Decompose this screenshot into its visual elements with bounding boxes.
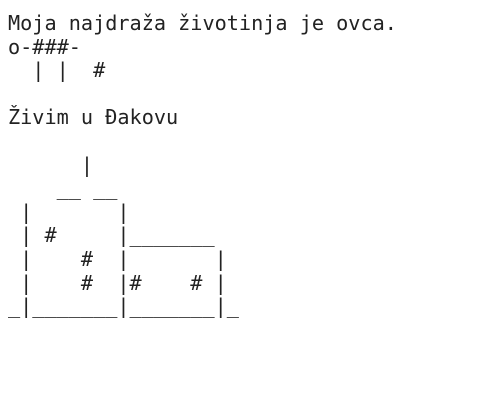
ascii-house-line: |	[8, 152, 94, 177]
ascii-house-line: | |	[8, 199, 130, 224]
ascii-house-line: | # |_______	[8, 223, 215, 248]
ascii-house-line: | # |# # |	[8, 270, 227, 295]
ascii-house-line: __ __	[8, 176, 118, 201]
text-line-sentence: Moja najdraža životinja je ovca.	[8, 11, 397, 35]
text-line-location: Živim u Đakovu	[8, 105, 179, 130]
ascii-sheep-top: o-###-	[8, 34, 81, 59]
document-text: Moja najdraža životinja je ovca. o-###- |…	[8, 11, 397, 319]
ascii-sheep-legs: | | #	[8, 58, 106, 83]
ascii-house-line: | # | |	[8, 246, 227, 271]
ascii-house-line: _|_______|_______|_	[8, 294, 239, 319]
